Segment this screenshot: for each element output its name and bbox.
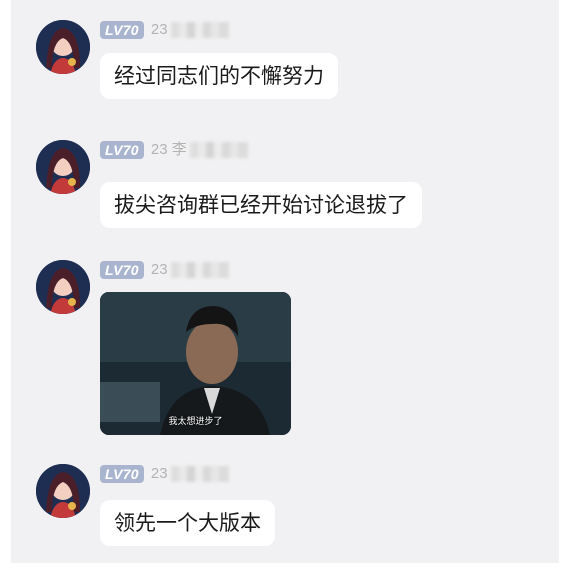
redaction-blur — [189, 142, 248, 158]
anime-girl-avatar-icon — [36, 464, 90, 518]
sender-name: 23 — [150, 21, 168, 38]
sender-name: 23 李 — [150, 141, 187, 158]
chat-panel: LV70 23 经过同志们的不懈努力 LV70 23 李 拔尖咨询群已经开始讨论… — [11, 0, 559, 563]
anime-girl-avatar-icon — [36, 260, 90, 314]
sender-meta: LV70 23 — [100, 20, 229, 40]
avatar[interactable] — [36, 464, 90, 518]
image-caption: 我太想进步了 — [168, 417, 223, 427]
level-badge: LV70 — [100, 21, 144, 39]
sender-meta: LV70 23 李 — [100, 140, 248, 160]
redaction-blur — [170, 466, 229, 482]
message-bubble[interactable]: 拔尖咨询群已经开始讨论退拔了 — [100, 182, 422, 228]
avatar[interactable] — [36, 260, 90, 314]
anime-girl-avatar-icon — [36, 20, 90, 74]
level-badge: LV70 — [100, 141, 144, 159]
level-badge: LV70 — [100, 261, 144, 279]
redaction-blur — [170, 22, 229, 38]
avatar[interactable] — [36, 140, 90, 194]
sender-meta: LV70 23 — [100, 464, 229, 484]
redaction-blur — [170, 262, 229, 278]
image-message[interactable]: 我太想进步了 — [100, 292, 291, 435]
anime-girl-avatar-icon — [36, 140, 90, 194]
avatar[interactable] — [36, 20, 90, 74]
message-bubble[interactable]: 经过同志们的不懈努力 — [100, 53, 338, 99]
level-badge: LV70 — [100, 465, 144, 483]
sender-meta: LV70 23 — [100, 260, 229, 280]
sender-name: 23 — [150, 465, 168, 482]
message-bubble[interactable]: 领先一个大版本 — [100, 500, 275, 546]
sender-name: 23 — [150, 261, 168, 278]
